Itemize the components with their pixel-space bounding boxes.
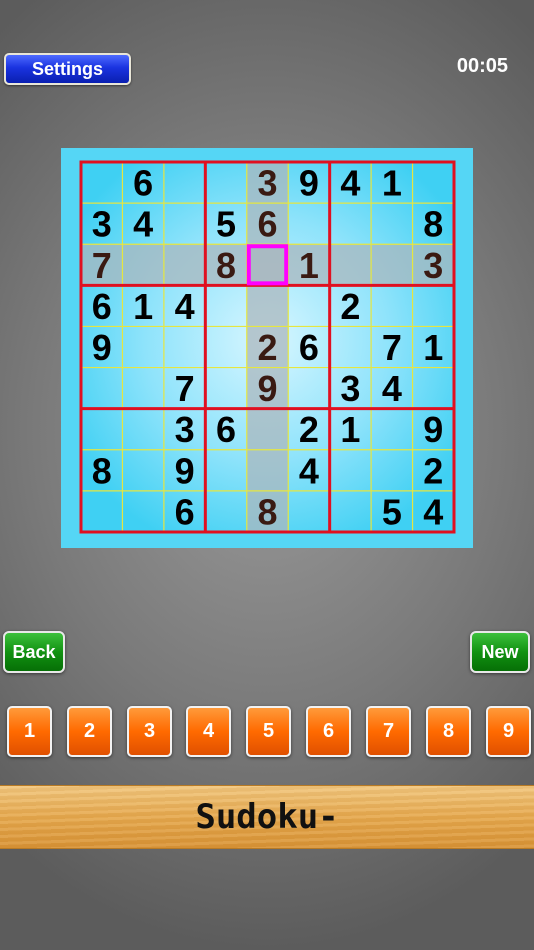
cell-hit-5-1[interactable] — [122, 368, 163, 409]
cell-hit-3-1[interactable] — [122, 285, 163, 326]
cell-hit-8-7[interactable] — [371, 491, 412, 532]
cell-hit-2-6[interactable] — [330, 244, 371, 285]
cell-hit-4-5[interactable] — [288, 326, 329, 367]
cell-hit-1-5[interactable] — [288, 203, 329, 244]
cell-hit-3-5[interactable] — [288, 285, 329, 326]
cell-hit-1-2[interactable] — [164, 203, 205, 244]
cell-hit-6-5[interactable] — [288, 409, 329, 450]
cell-hit-5-0[interactable] — [81, 368, 122, 409]
cell-hit-1-8[interactable] — [413, 203, 454, 244]
number-button-6[interactable]: 6 — [306, 706, 351, 757]
cell-hit-0-6[interactable] — [330, 162, 371, 203]
cell-hit-6-2[interactable] — [164, 409, 205, 450]
cell-hit-6-3[interactable] — [205, 409, 246, 450]
cell-hit-5-4[interactable] — [247, 368, 288, 409]
cell-hit-7-5[interactable] — [288, 450, 329, 491]
number-button-2[interactable]: 2 — [67, 706, 112, 757]
cell-hit-2-0[interactable] — [81, 244, 122, 285]
cell-hit-3-6[interactable] — [330, 285, 371, 326]
cell-hit-0-2[interactable] — [164, 162, 205, 203]
cell-hit-4-0[interactable] — [81, 326, 122, 367]
cell-hit-5-3[interactable] — [205, 368, 246, 409]
cell-hit-7-3[interactable] — [205, 450, 246, 491]
board-grid: 6394134568781361429267179343621989426854 — [79, 160, 456, 534]
cell-hit-0-3[interactable] — [205, 162, 246, 203]
cell-hit-2-5[interactable] — [288, 244, 329, 285]
cell-hit-0-0[interactable] — [81, 162, 122, 203]
cell-hit-2-2[interactable] — [164, 244, 205, 285]
app-title: Sudoku- — [195, 797, 339, 837]
number-button-9[interactable]: 9 — [486, 706, 531, 757]
cell-hit-7-1[interactable] — [122, 450, 163, 491]
cell-hit-7-6[interactable] — [330, 450, 371, 491]
cell-hit-6-6[interactable] — [330, 409, 371, 450]
cell-hit-5-7[interactable] — [371, 368, 412, 409]
cell-hit-6-0[interactable] — [81, 409, 122, 450]
cell-hit-0-8[interactable] — [413, 162, 454, 203]
cell-hit-4-4[interactable] — [247, 326, 288, 367]
number-button-3[interactable]: 3 — [127, 706, 172, 757]
cell-hit-2-1[interactable] — [122, 244, 163, 285]
cell-hit-2-3[interactable] — [205, 244, 246, 285]
title-banner: Sudoku- — [0, 785, 534, 849]
cell-hit-4-6[interactable] — [330, 326, 371, 367]
cell-hit-2-8[interactable] — [413, 244, 454, 285]
cell-hit-6-8[interactable] — [413, 409, 454, 450]
cell-hit-8-1[interactable] — [122, 491, 163, 532]
cell-hit-3-7[interactable] — [371, 285, 412, 326]
cell-hit-1-1[interactable] — [122, 203, 163, 244]
cell-hit-5-5[interactable] — [288, 368, 329, 409]
cell-hit-8-6[interactable] — [330, 491, 371, 532]
cell-hit-1-3[interactable] — [205, 203, 246, 244]
number-button-7[interactable]: 7 — [366, 706, 411, 757]
cell-hit-7-7[interactable] — [371, 450, 412, 491]
sudoku-board: 6394134568781361429267179343621989426854 — [61, 148, 473, 548]
cell-hit-8-4[interactable] — [247, 491, 288, 532]
cell-hit-3-0[interactable] — [81, 285, 122, 326]
cell-hit-3-3[interactable] — [205, 285, 246, 326]
number-button-5[interactable]: 5 — [246, 706, 291, 757]
settings-button[interactable]: Settings — [4, 53, 131, 85]
cell-hit-5-8[interactable] — [413, 368, 454, 409]
cell-hit-1-4[interactable] — [247, 203, 288, 244]
cell-hit-0-1[interactable] — [122, 162, 163, 203]
cell-hit-6-1[interactable] — [122, 409, 163, 450]
cell-hit-4-2[interactable] — [164, 326, 205, 367]
cell-hit-2-4[interactable] — [247, 244, 288, 285]
cell-hit-6-7[interactable] — [371, 409, 412, 450]
cell-hit-2-7[interactable] — [371, 244, 412, 285]
timer: 00:05 — [456, 55, 508, 77]
cell-hit-7-0[interactable] — [81, 450, 122, 491]
cell-hit-4-7[interactable] — [371, 326, 412, 367]
cell-hit-5-2[interactable] — [164, 368, 205, 409]
cell-hit-8-8[interactable] — [413, 491, 454, 532]
cell-hit-7-2[interactable] — [164, 450, 205, 491]
cell-hit-7-8[interactable] — [413, 450, 454, 491]
cell-hit-4-3[interactable] — [205, 326, 246, 367]
number-pad: 123456789 — [0, 706, 534, 757]
cell-hit-0-5[interactable] — [288, 162, 329, 203]
cell-hit-3-4[interactable] — [247, 285, 288, 326]
number-button-8[interactable]: 8 — [426, 706, 471, 757]
cell-hit-7-4[interactable] — [247, 450, 288, 491]
cell-hit-4-1[interactable] — [122, 326, 163, 367]
cell-hit-0-4[interactable] — [247, 162, 288, 203]
cell-hit-3-8[interactable] — [413, 285, 454, 326]
cell-hit-3-2[interactable] — [164, 285, 205, 326]
cell-hit-5-6[interactable] — [330, 368, 371, 409]
cell-hit-8-5[interactable] — [288, 491, 329, 532]
cell-hit-0-7[interactable] — [371, 162, 412, 203]
cell-hit-1-7[interactable] — [371, 203, 412, 244]
number-button-4[interactable]: 4 — [186, 706, 231, 757]
cell-hit-6-4[interactable] — [247, 409, 288, 450]
cell-hit-1-0[interactable] — [81, 203, 122, 244]
cell-hit-8-2[interactable] — [164, 491, 205, 532]
cell-hit-4-8[interactable] — [413, 326, 454, 367]
back-button[interactable]: Back — [3, 631, 65, 673]
cell-hit-1-6[interactable] — [330, 203, 371, 244]
cell-hit-8-0[interactable] — [81, 491, 122, 532]
new-game-button[interactable]: New — [470, 631, 530, 673]
number-button-1[interactable]: 1 — [7, 706, 52, 757]
cell-hit-8-3[interactable] — [205, 491, 246, 532]
